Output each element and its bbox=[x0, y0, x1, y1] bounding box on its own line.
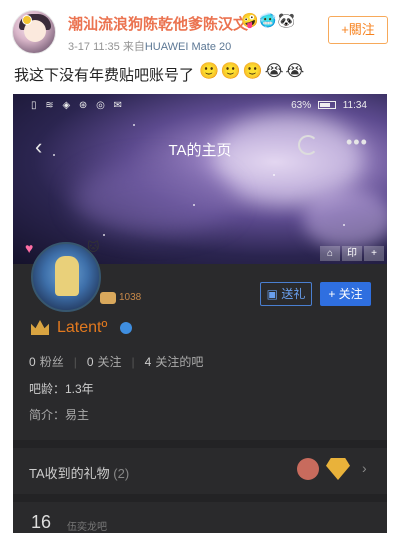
user-name[interactable]: 潮汕流浪狗陈乾他爹陈汉文 bbox=[68, 13, 248, 34]
clock: 11:34 bbox=[342, 100, 367, 111]
post-emojis: 🙂🙂🙂😭😭 bbox=[199, 63, 307, 80]
section-divider bbox=[13, 440, 387, 448]
profile-counts: 0 粉丝 | 0 关注 | 4 关注的吧 bbox=[29, 353, 213, 370]
bar-age: 吧龄：1.3年 bbox=[29, 382, 94, 396]
level-icon bbox=[100, 292, 116, 304]
nebula-cloud bbox=[73, 164, 233, 234]
banner-tools: ⌂ 印 + bbox=[320, 246, 384, 262]
banner-tool-home-icon[interactable]: ⌂ bbox=[320, 246, 340, 261]
post-source[interactable]: HUAWEI Mate 20 bbox=[145, 41, 231, 53]
follow-user-button[interactable]: + 关注 bbox=[320, 282, 371, 306]
battery-icon bbox=[317, 101, 336, 110]
status-bar: ▯ ≋ ◈ ⊛ ◎ ✉ 63% 11:34 bbox=[13, 98, 387, 116]
banner-tool-add-icon[interactable]: + bbox=[364, 246, 384, 261]
followed-bars-count[interactable]: 4 关注的吧 bbox=[145, 355, 204, 369]
fans-count[interactable]: 0 粉丝 bbox=[29, 355, 64, 369]
refresh-icon[interactable] bbox=[298, 135, 318, 155]
star bbox=[343, 224, 345, 226]
verified-badge-icon bbox=[22, 15, 32, 25]
source-prefix: 来自 bbox=[122, 41, 145, 53]
heart-icon: ♥ bbox=[25, 240, 34, 256]
separator: | bbox=[131, 355, 135, 369]
profile-banner bbox=[13, 94, 387, 264]
post-meta: 3-17 11:35 来自HUAWEI Mate 20 bbox=[68, 38, 231, 54]
level-number: 1038 bbox=[119, 292, 142, 303]
bar-name[interactable]: 伍奕龙吧 bbox=[67, 518, 107, 533]
chevron-right-icon: › bbox=[362, 460, 367, 476]
more-icon[interactable]: ••• bbox=[346, 132, 368, 153]
star bbox=[133, 124, 135, 126]
user-avatar[interactable] bbox=[12, 10, 56, 54]
star bbox=[103, 234, 105, 236]
gift-icon bbox=[297, 458, 319, 480]
banner-tool-stamp-icon[interactable]: 印 bbox=[342, 246, 362, 261]
separator: | bbox=[73, 355, 77, 369]
following-count[interactable]: 0 关注 bbox=[87, 355, 122, 369]
status-icons: ▯ ≋ ◈ ⊛ ◎ ✉ bbox=[31, 100, 125, 111]
attached-screenshot[interactable]: ▯ ≋ ◈ ⊛ ◎ ✉ 63% 11:34 ‹ TA的主页 ••• ⌂ 印 + … bbox=[13, 94, 387, 533]
gender-icon bbox=[120, 322, 132, 334]
diamond-icon bbox=[326, 458, 350, 480]
post-header: 潮汕流浪狗陈乾他爹陈汉文 🤪🥶🐼 3-17 11:35 来自HUAWEI Mat… bbox=[0, 0, 400, 60]
name-emojis: 🤪🥶🐼 bbox=[241, 12, 297, 28]
gifts-count: (2) bbox=[113, 466, 130, 481]
post-time: 3-17 11:35 bbox=[68, 41, 120, 53]
crown-icon bbox=[31, 320, 49, 335]
post-text: 我这下没有年费贴吧账号了 bbox=[14, 67, 195, 84]
profile-intro: 简介：易主 bbox=[29, 408, 90, 422]
send-gift-button[interactable]: ▣ 送礼 bbox=[260, 282, 312, 306]
gifts-label: TA收到的礼物 (2) bbox=[29, 466, 130, 481]
battery-percent: 63% bbox=[291, 100, 312, 111]
star bbox=[193, 204, 195, 206]
follow-button[interactable]: +關注 bbox=[328, 16, 388, 44]
bar-rank-number: 16 bbox=[31, 512, 52, 532]
star bbox=[273, 174, 275, 176]
status-right: 63% 11:34 bbox=[291, 100, 367, 111]
page-title: TA的主页 bbox=[168, 142, 232, 159]
section-divider bbox=[13, 494, 387, 502]
nebula-cloud bbox=[303, 189, 387, 249]
gifts-row[interactable]: TA收到的礼物 (2) › bbox=[13, 448, 387, 494]
cat-icon: 🐱 bbox=[87, 240, 100, 254]
avatar-figure bbox=[55, 256, 79, 296]
profile-name: Latentº bbox=[57, 319, 108, 336]
